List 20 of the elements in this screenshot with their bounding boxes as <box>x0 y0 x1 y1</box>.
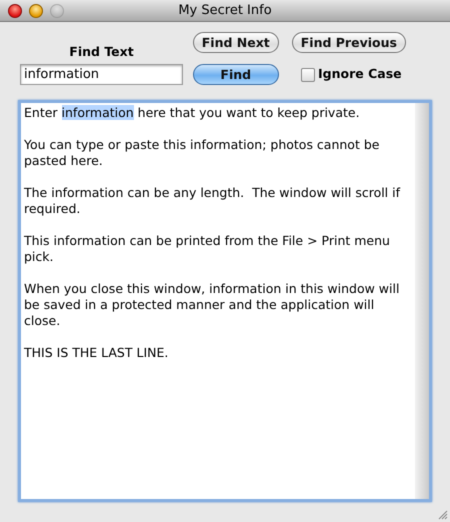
text-area[interactable] <box>18 100 432 502</box>
close-button[interactable] <box>8 4 22 18</box>
find-previous-button[interactable]: Find Previous <box>292 32 406 53</box>
resize-grip-icon[interactable] <box>438 510 448 520</box>
find-text-label: Find Text <box>68 43 135 62</box>
paragraph: THIS IS THE LAST LINE. <box>24 345 170 361</box>
find-next-button[interactable]: Find Next <box>192 32 279 53</box>
paragraph: When you close this window, information in this window will be saved in a protected manner and the application will close. <box>24 281 400 329</box>
paragraph: The information can be any length. The window will scroll if required. <box>24 185 402 217</box>
scrollbar[interactable] <box>415 103 429 499</box>
ignore-case-label[interactable]: Ignore Case <box>318 65 402 84</box>
paragraph: This information can be printed from the File > Print menu pick. <box>24 233 391 265</box>
find-button[interactable]: Find <box>192 64 279 85</box>
ignore-case-checkbox[interactable] <box>300 68 315 82</box>
paragraph: Enter information here that you want to keep private. <box>24 105 361 121</box>
paragraph: You can type or paste this information; photos cannot be pasted here. <box>24 137 380 169</box>
window-title: My Secret Info <box>178 2 272 20</box>
zoom-button[interactable] <box>50 4 64 18</box>
find-text-field[interactable]: information <box>20 64 183 85</box>
minimize-button[interactable] <box>29 4 43 18</box>
